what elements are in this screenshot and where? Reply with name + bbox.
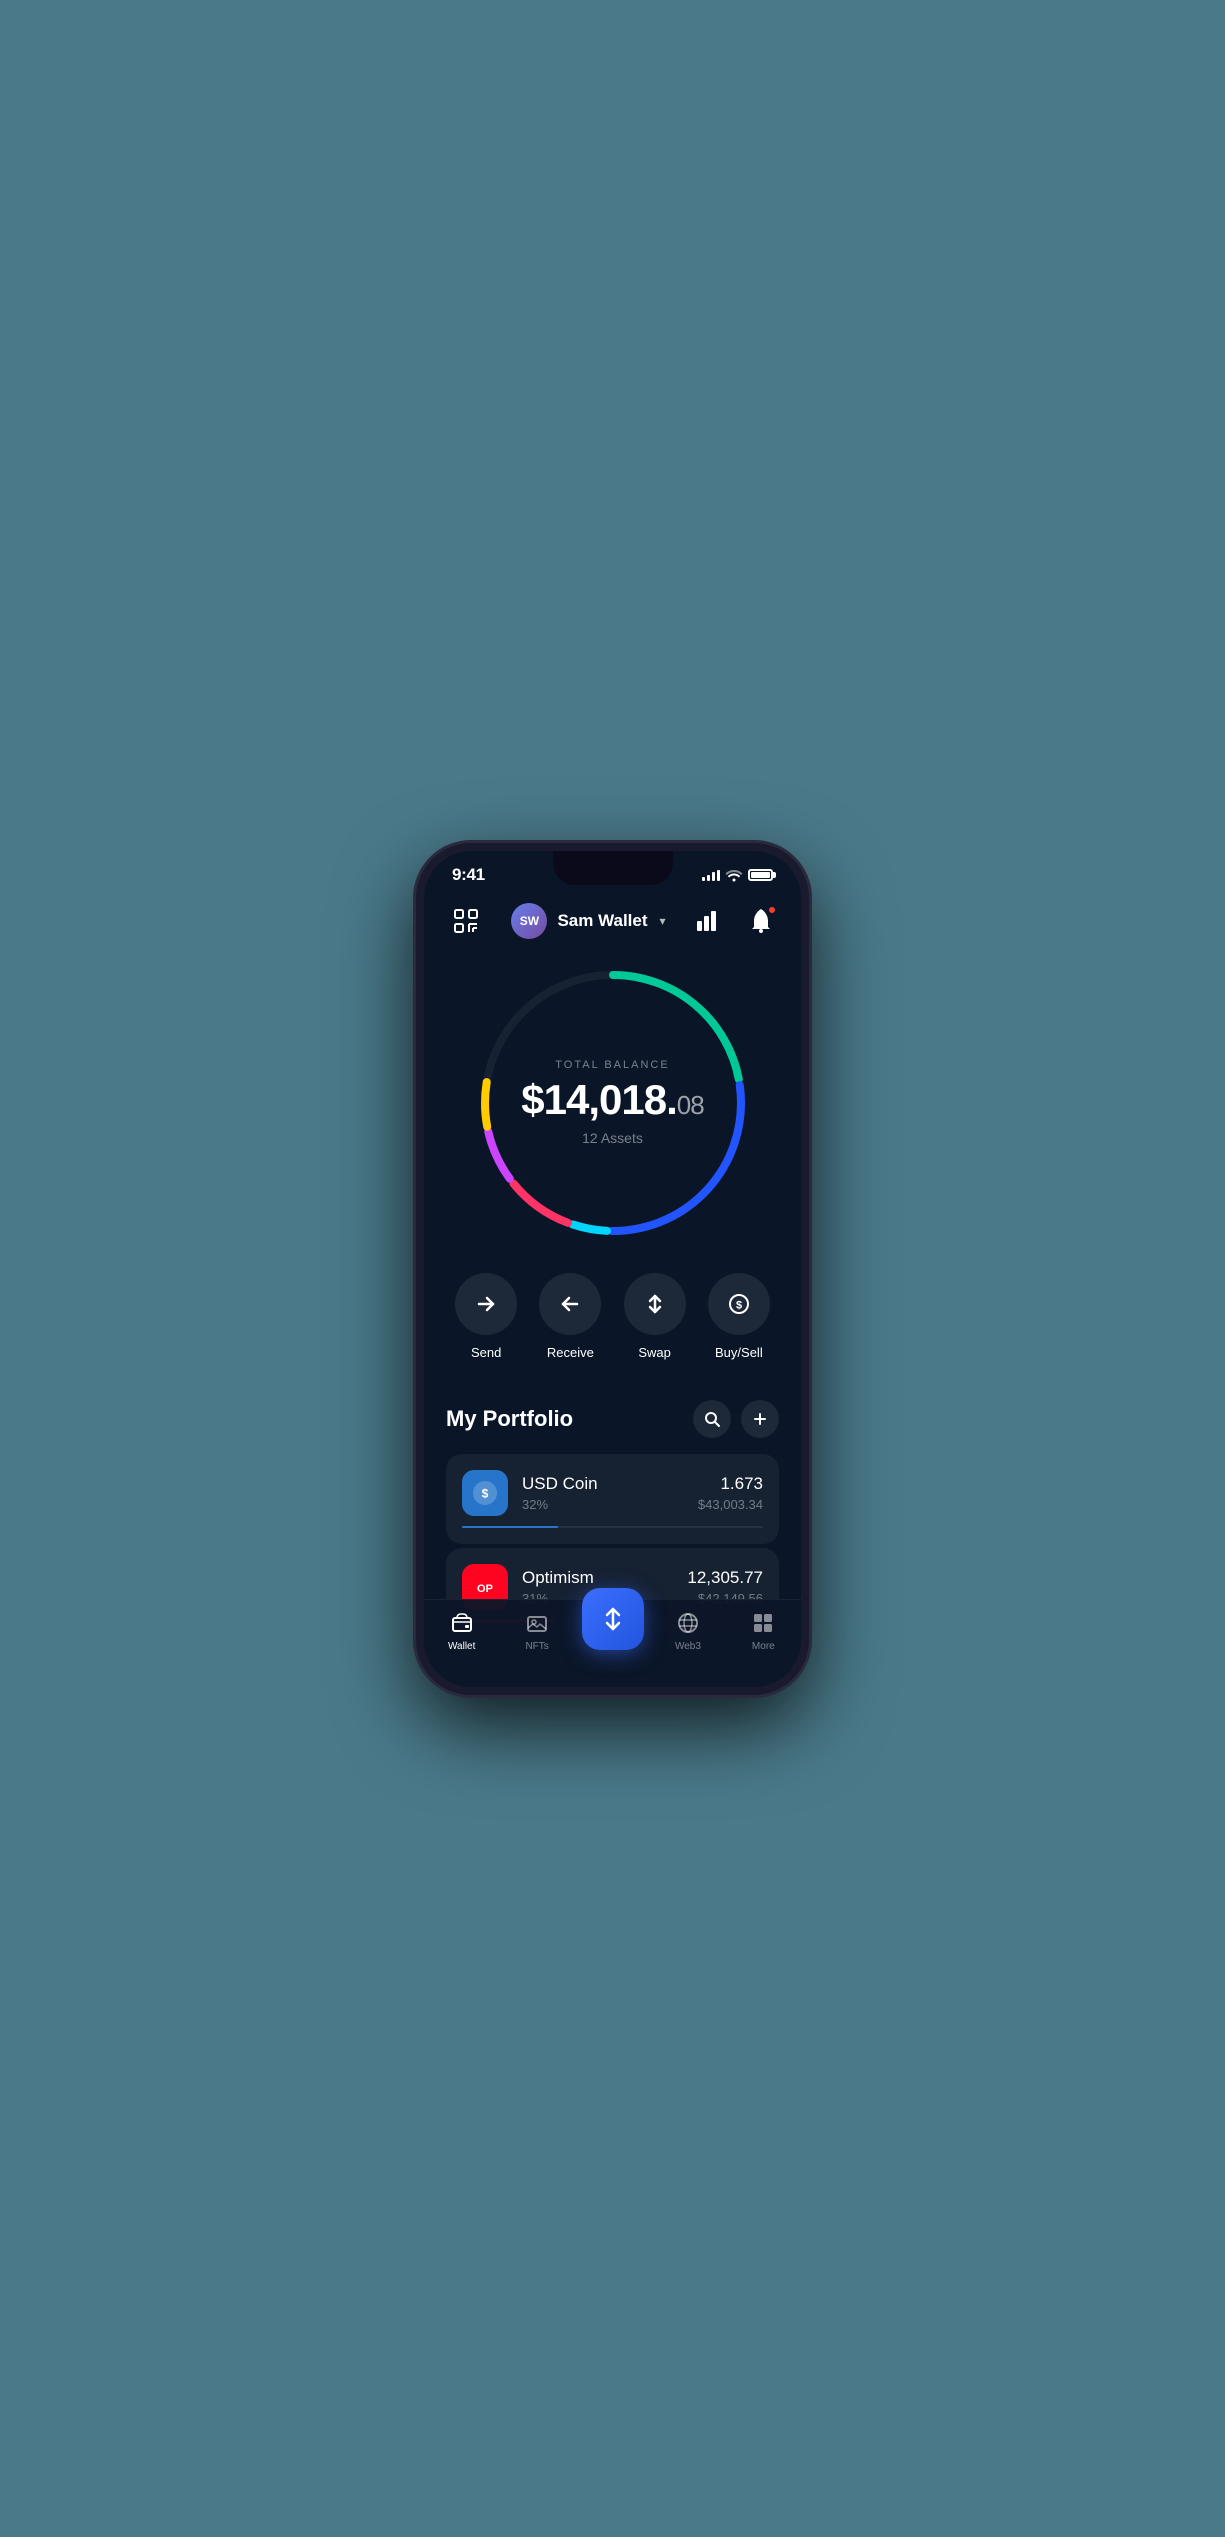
- usdc-name: USD Coin: [522, 1474, 684, 1494]
- nav-more[interactable]: More: [726, 1610, 801, 1652]
- wallet-avatar: SW: [511, 903, 547, 939]
- buysell-label: Buy/Sell: [715, 1345, 763, 1360]
- app-header: SW Sam Wallet ▾: [424, 885, 801, 953]
- notification-badge: [767, 905, 777, 915]
- swap-icon: [624, 1273, 686, 1335]
- more-nav-label: More: [752, 1641, 775, 1652]
- balance-cents: 08: [677, 1090, 704, 1120]
- portfolio-chart: TOTAL BALANCE $14,018.08 12 Assets: [473, 963, 753, 1243]
- nav-web3[interactable]: Web3: [650, 1610, 725, 1652]
- send-label: Send: [471, 1345, 501, 1360]
- nav-center: [575, 1588, 650, 1650]
- scan-button[interactable]: [446, 901, 486, 941]
- nav-nfts[interactable]: NFTs: [499, 1610, 574, 1652]
- portfolio-add-button[interactable]: [741, 1400, 779, 1438]
- center-action-button[interactable]: [582, 1588, 644, 1650]
- bottom-navigation: Wallet NFTs: [424, 1599, 801, 1687]
- status-icons: [702, 869, 773, 881]
- usdc-info: USD Coin 32%: [522, 1474, 684, 1512]
- buysell-action[interactable]: $ Buy/Sell: [708, 1273, 770, 1360]
- usdc-bar: [462, 1526, 558, 1528]
- nav-wallet[interactable]: Wallet: [424, 1610, 499, 1652]
- send-icon: [455, 1273, 517, 1335]
- svg-text:$: $: [482, 1486, 489, 1500]
- usdc-usd: $43,003.34: [698, 1497, 763, 1512]
- portfolio-search-button[interactable]: [693, 1400, 731, 1438]
- notification-button[interactable]: [743, 903, 779, 939]
- notch: [553, 851, 673, 885]
- usdc-bar-container: [462, 1526, 763, 1528]
- balance-amount: $14,018.08: [521, 1077, 703, 1123]
- send-action[interactable]: Send: [455, 1273, 517, 1360]
- asset-item-usdc[interactable]: $ USD Coin 32% 1.673 $43,003.34: [446, 1454, 779, 1544]
- portfolio-header: My Portfolio: [446, 1400, 779, 1438]
- receive-label: Receive: [547, 1345, 594, 1360]
- portfolio-title: My Portfolio: [446, 1406, 573, 1432]
- phone-screen: 9:41: [424, 851, 801, 1687]
- phone-frame: 9:41: [416, 843, 809, 1695]
- wallet-nav-label: Wallet: [448, 1641, 475, 1652]
- receive-action[interactable]: Receive: [539, 1273, 601, 1360]
- wallet-selector[interactable]: SW Sam Wallet ▾: [511, 903, 665, 939]
- usdc-amount: 1.673: [698, 1474, 763, 1494]
- balance-label: TOTAL BALANCE: [521, 1059, 703, 1071]
- more-nav-icon: [750, 1610, 776, 1636]
- assets-count: 12 Assets: [521, 1130, 703, 1146]
- battery-icon: [748, 869, 773, 881]
- svg-text:$: $: [736, 1299, 742, 1311]
- signal-icon: [702, 869, 720, 881]
- status-time: 9:41: [452, 865, 485, 885]
- optimism-name: Optimism: [522, 1568, 673, 1588]
- balance-display: TOTAL BALANCE $14,018.08 12 Assets: [521, 1059, 703, 1145]
- web3-nav-icon: [675, 1610, 701, 1636]
- usdc-icon: $: [462, 1470, 508, 1516]
- balance-section: TOTAL BALANCE $14,018.08 12 Assets: [424, 953, 801, 1263]
- swap-label: Swap: [638, 1345, 671, 1360]
- swap-action[interactable]: Swap: [624, 1273, 686, 1360]
- wallet-name: Sam Wallet: [557, 911, 647, 931]
- svg-text:OP: OP: [477, 1583, 493, 1595]
- optimism-amount: 12,305.77: [687, 1568, 763, 1588]
- chevron-down-icon: ▾: [660, 914, 666, 928]
- portfolio-action-buttons: [693, 1400, 779, 1438]
- web3-nav-label: Web3: [675, 1641, 701, 1652]
- header-actions: [691, 903, 779, 939]
- wifi-icon: [726, 869, 742, 881]
- nfts-nav-label: NFTs: [525, 1641, 548, 1652]
- buysell-icon: $: [708, 1273, 770, 1335]
- chart-button[interactable]: [691, 903, 727, 939]
- receive-icon: [539, 1273, 601, 1335]
- usdc-percent: 32%: [522, 1497, 684, 1512]
- wallet-nav-icon: [449, 1610, 475, 1636]
- actions-row: Send Receive: [424, 1263, 801, 1390]
- nfts-nav-icon: [524, 1610, 550, 1636]
- usdc-values: 1.673 $43,003.34: [698, 1474, 763, 1512]
